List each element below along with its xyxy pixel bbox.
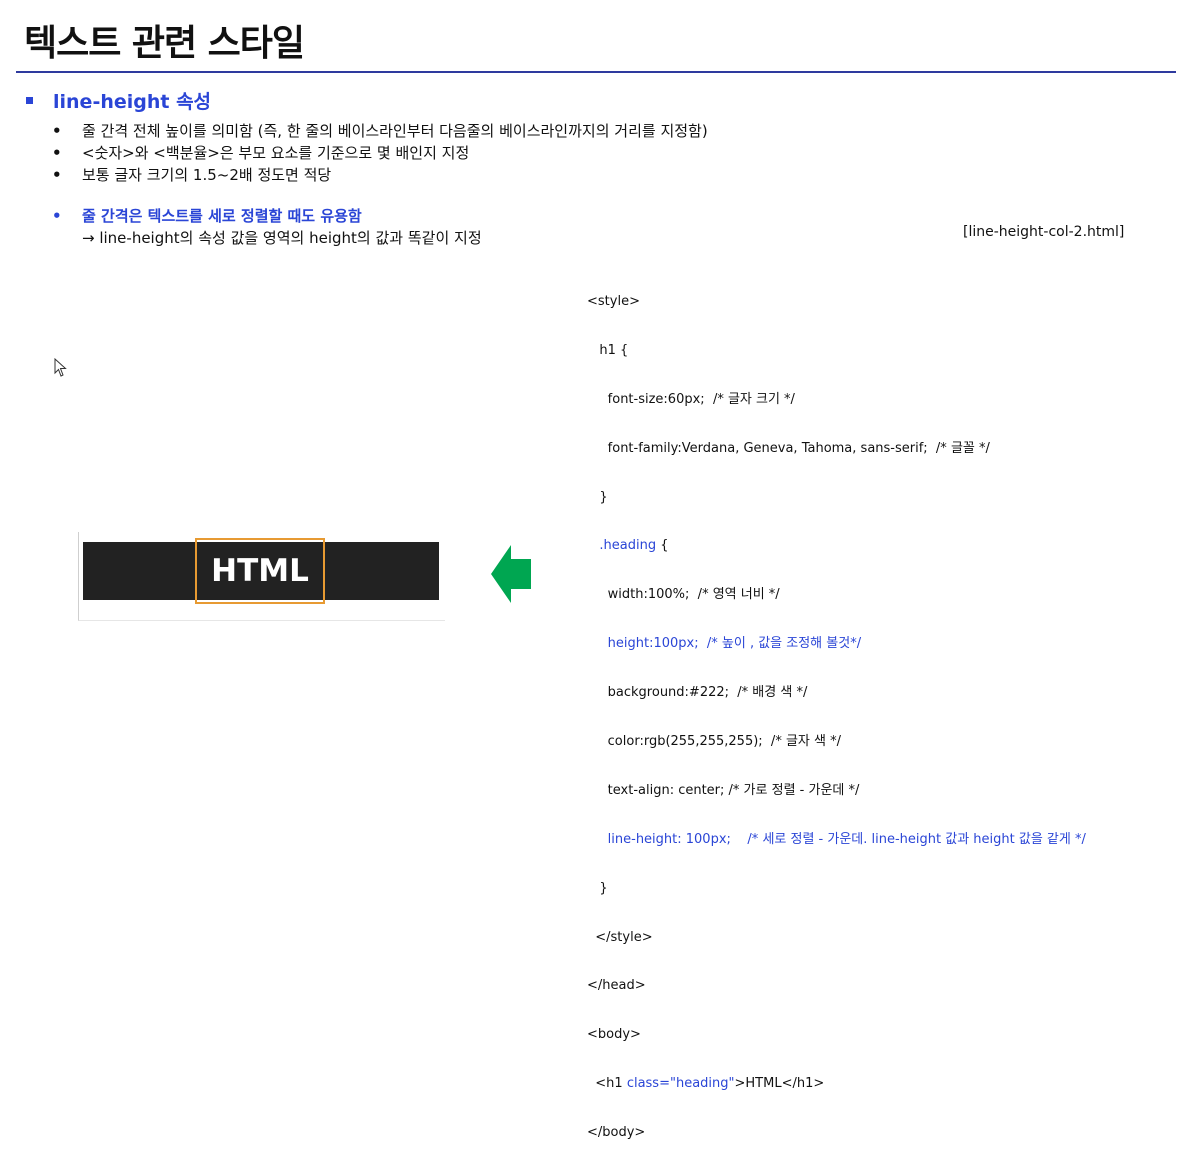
bullet-dot-icon: • bbox=[52, 144, 62, 162]
code-sample: <style> h1 { font-size:60px; /* 글자 크기 */… bbox=[587, 294, 1086, 1141]
heading-preview-text: HTML bbox=[211, 553, 309, 589]
left-arrow-icon bbox=[491, 545, 531, 603]
square-bullet-icon bbox=[26, 97, 33, 104]
note-line-1: 줄 간격은 텍스트를 세로 정렬할 때도 유용함 bbox=[82, 207, 362, 225]
note-line-2: → line-height의 속성 값을 영역의 height의 값과 똑같이 … bbox=[82, 229, 482, 247]
list-item: • <숫자>와 <백분율>은 부모 요소를 기준으로 몇 배인지 지정 bbox=[52, 144, 470, 162]
title-divider bbox=[16, 71, 1176, 73]
bullet-list: • 줄 간격 전체 높이를 의미함 (즉, 한 줄의 베이스라인부터 다음줄의 베… bbox=[52, 120, 708, 186]
bullet-dot-icon: • bbox=[52, 122, 62, 140]
section-heading-text: line-height 속성 bbox=[53, 91, 212, 113]
highlight-note: • 줄 간격은 텍스트를 세로 정렬할 때도 유용함 → line-height의… bbox=[52, 205, 482, 249]
bullet-dot-icon: • bbox=[52, 166, 62, 184]
mouse-pointer-icon bbox=[54, 358, 67, 377]
list-item: • 보통 글자 크기의 1.5~2배 정도면 적당 bbox=[52, 166, 332, 184]
bullet-dot-icon: • bbox=[52, 207, 62, 225]
section-heading: line-height 속성 bbox=[26, 87, 211, 114]
page-title: 텍스트 관련 스타일 bbox=[24, 23, 305, 64]
list-item: • 줄 간격 전체 높이를 의미함 (즉, 한 줄의 베이스라인부터 다음줄의 베… bbox=[52, 122, 708, 140]
source-filename: [line-height-col-2.html] bbox=[963, 224, 1125, 240]
